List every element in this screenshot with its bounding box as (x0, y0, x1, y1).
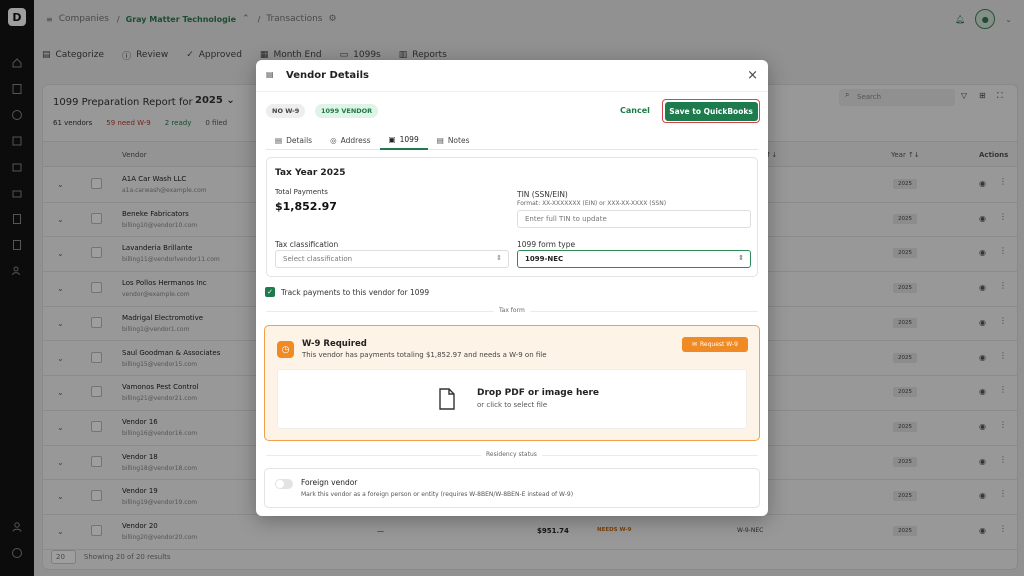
tab-1099[interactable]: ▣ 1099 (379, 130, 428, 150)
residency-section: Foreign vendor Mark this vendor as a for… (264, 468, 760, 508)
form-type-select[interactable]: 1099-NEC ⇕ (517, 250, 751, 268)
notes-icon: ▤ (436, 135, 444, 145)
foreign-vendor-toggle[interactable] (275, 479, 293, 489)
modal-title: Vendor Details (286, 70, 369, 81)
tax-year-section: Tax Year 2025 Total Payments $1,852.97 T… (266, 157, 758, 277)
modal-tabs: ▤ Details ◎ Address ▣ 1099 ▤ Notes (266, 130, 758, 150)
vendor-1099-badge: 1099 VENDOR (315, 104, 379, 118)
chevron-updown-icon: ⇕ (496, 254, 502, 262)
close-icon[interactable]: × (747, 68, 758, 83)
alert-clock-icon: ◷ (277, 341, 294, 358)
tin-input[interactable]: Enter full TIN to update (517, 210, 751, 228)
dropzone-subtitle: or click to select file (477, 401, 548, 409)
file-dropzone[interactable]: Drop PDF or image here or click to selec… (277, 369, 747, 429)
mail-icon: ✉ (692, 341, 698, 348)
request-w9-button[interactable]: ✉ Request W-9 (682, 337, 748, 352)
tin-format-hint: Format: XX-XXXXXXX (EIN) or XXX-XX-XXXX … (517, 200, 667, 207)
document-icon: ▤ (266, 70, 274, 79)
location-pin-icon: ◎ (330, 135, 337, 145)
track-payments-checkbox[interactable]: ✓ (265, 287, 275, 297)
w9-description: This vendor has payments totaling $1,852… (302, 351, 547, 359)
track-payments-label: Track payments to this vendor for 1099 (281, 288, 430, 297)
tab-address[interactable]: ◎ Address (321, 130, 379, 150)
tax-year-heading: Tax Year 2025 (275, 168, 346, 178)
cancel-button[interactable]: Cancel (620, 106, 650, 115)
tax-form-divider-label: Tax form (494, 307, 530, 314)
residency-divider-label: Residency status (481, 451, 542, 458)
file-icon (438, 388, 456, 412)
modal-header: ▤ Vendor Details × (256, 60, 768, 92)
tab-details[interactable]: ▤ Details (266, 130, 321, 150)
foreign-vendor-description: Mark this vendor as a foreign person or … (301, 491, 574, 498)
w9-title: W-9 Required (302, 339, 367, 349)
form-type-label: 1099 form type (517, 240, 576, 249)
form-icon: ▣ (388, 134, 396, 144)
tin-label: TIN (SSN/EIN) (517, 190, 568, 199)
tax-classification-label: Tax classification (275, 240, 339, 249)
total-payments-value: $1,852.97 (275, 200, 337, 213)
document-icon: ▤ (275, 135, 283, 145)
tax-classification-select[interactable]: Select classification ⇕ (275, 250, 509, 268)
no-w9-badge: NO W-9 (266, 104, 306, 118)
foreign-vendor-label: Foreign vendor (301, 478, 358, 487)
vendor-details-modal: ▤ Vendor Details × NO W-9 1099 VENDOR Ca… (256, 60, 768, 516)
tab-notes[interactable]: ▤ Notes (428, 130, 479, 150)
save-to-quickbooks-button[interactable]: Save to QuickBooks (662, 99, 760, 123)
dropzone-title: Drop PDF or image here (477, 388, 600, 398)
w9-required-panel: ◷ W-9 Required This vendor has payments … (264, 325, 760, 441)
total-payments-label: Total Payments (275, 188, 328, 196)
chevron-updown-icon: ⇕ (738, 254, 744, 262)
